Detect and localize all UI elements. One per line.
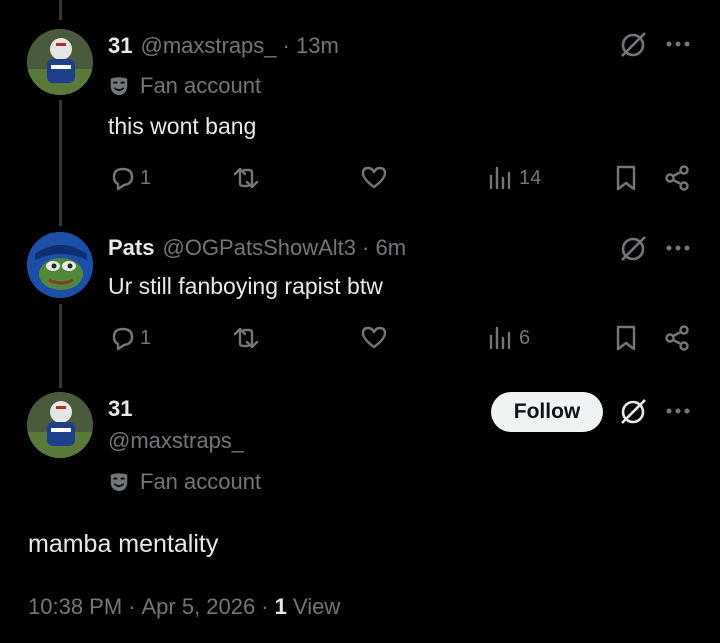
view-count: 1 bbox=[274, 594, 287, 619]
like-button[interactable] bbox=[360, 324, 388, 352]
retweet-button[interactable] bbox=[232, 164, 260, 192]
timestamp[interactable]: · 13m bbox=[283, 33, 339, 59]
grok-button[interactable] bbox=[618, 234, 648, 264]
display-name[interactable]: Pats bbox=[108, 235, 154, 261]
more-icon bbox=[666, 408, 690, 414]
display-name[interactable]: 31 bbox=[108, 396, 132, 422]
display-name[interactable]: 31 bbox=[108, 33, 132, 59]
handle[interactable]: @OGPatsShowAlt3 bbox=[162, 235, 356, 261]
tweet-text: this wont bang bbox=[108, 113, 257, 139]
reply-count: 1 bbox=[140, 326, 152, 349]
thread-line-1 bbox=[59, 100, 62, 226]
like-icon bbox=[361, 166, 387, 189]
fan-account-text: Fan account bbox=[140, 73, 262, 98]
main-display-name: 31 bbox=[108, 396, 132, 422]
more-button[interactable] bbox=[665, 244, 691, 252]
avatar[interactable] bbox=[27, 392, 93, 458]
tweet-date[interactable]: Apr 5, 2026 bbox=[142, 594, 256, 620]
views-button[interactable]: 14 bbox=[487, 164, 541, 192]
reply-button[interactable]: 1 bbox=[108, 324, 151, 352]
tweet-time[interactable]: 10:38 PM bbox=[28, 594, 122, 620]
retweet-icon bbox=[233, 167, 259, 189]
retweet-button[interactable] bbox=[232, 324, 260, 352]
grok-icon bbox=[621, 236, 646, 261]
thread-line-2 bbox=[59, 304, 62, 388]
views-button[interactable]: 6 bbox=[487, 324, 530, 352]
bookmark-button[interactable] bbox=[612, 164, 640, 192]
tweet-meta: 10:38 PM · Apr 5, 2026 · 1 View bbox=[28, 594, 340, 620]
reply-icon bbox=[112, 167, 134, 191]
share-icon bbox=[665, 165, 689, 191]
fan-account-label: Fan account bbox=[108, 469, 261, 495]
avatar[interactable] bbox=[27, 232, 93, 298]
more-button[interactable] bbox=[665, 407, 691, 415]
share-button[interactable] bbox=[663, 164, 691, 192]
thread-line-top bbox=[59, 0, 62, 20]
views-icon bbox=[489, 166, 511, 190]
main-tweet-text: mamba mentality bbox=[28, 530, 219, 558]
more-icon bbox=[666, 41, 690, 47]
reply-count: 1 bbox=[140, 166, 152, 189]
grok-icon bbox=[621, 399, 646, 424]
tweet-header: Pats @OGPatsShowAlt3 · 6m bbox=[108, 235, 406, 261]
tweet-header: 31 @maxstraps_ · 13m bbox=[108, 33, 339, 59]
handle[interactable]: @maxstraps_ bbox=[108, 428, 244, 454]
grok-button[interactable] bbox=[618, 30, 648, 60]
separator: · bbox=[261, 594, 269, 619]
view-stats[interactable]: 1 View bbox=[275, 594, 341, 620]
more-button[interactable] bbox=[665, 40, 691, 48]
view-label: View bbox=[292, 594, 341, 619]
reply-icon bbox=[112, 327, 134, 351]
follow-button[interactable]: Follow bbox=[491, 392, 603, 432]
grok-icon bbox=[621, 32, 646, 57]
like-icon bbox=[361, 326, 387, 349]
grok-button[interactable] bbox=[618, 397, 648, 427]
views-count: 6 bbox=[519, 326, 531, 349]
fan-account-mask-icon bbox=[110, 473, 128, 492]
retweet-icon bbox=[233, 327, 259, 349]
bookmark-icon bbox=[616, 165, 636, 191]
tweet-text: Ur still fanboying rapist btw bbox=[108, 273, 383, 299]
like-button[interactable] bbox=[360, 164, 388, 192]
bookmark-icon bbox=[616, 325, 636, 351]
fan-account-text: Fan account bbox=[140, 469, 262, 494]
bookmark-button[interactable] bbox=[612, 324, 640, 352]
handle[interactable]: @maxstraps_ bbox=[140, 33, 276, 59]
share-button[interactable] bbox=[663, 324, 691, 352]
more-icon bbox=[666, 245, 690, 251]
fan-account-label: Fan account bbox=[108, 73, 261, 99]
views-icon bbox=[489, 326, 511, 350]
main-handle: @maxstraps_ bbox=[108, 428, 244, 454]
timestamp[interactable]: · 6m bbox=[362, 235, 406, 261]
separator: · bbox=[128, 594, 136, 619]
fan-account-mask-icon bbox=[110, 77, 128, 96]
views-count: 14 bbox=[519, 166, 542, 189]
reply-button[interactable]: 1 bbox=[108, 164, 151, 192]
avatar[interactable] bbox=[27, 29, 93, 95]
share-icon bbox=[665, 325, 689, 351]
